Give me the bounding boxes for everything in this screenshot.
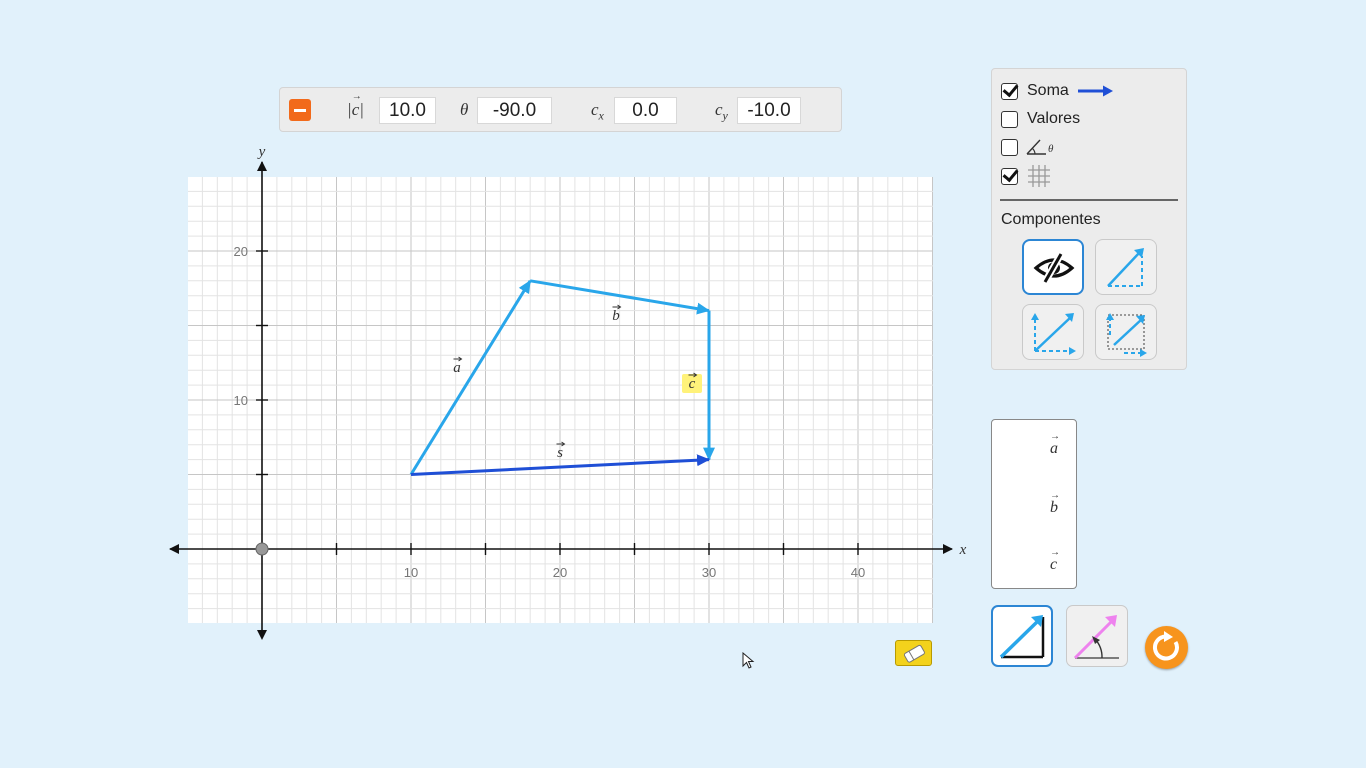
vector-label-c-text: c <box>689 376 696 392</box>
y-tick-label: 10 <box>234 393 248 408</box>
legend-item-a[interactable]: a <box>1050 431 1058 458</box>
components-projection-button[interactable] <box>1095 304 1157 360</box>
y-tick-label: 20 <box>234 244 248 259</box>
vector-legend: a b c <box>991 419 1077 589</box>
legend-item-c[interactable]: c <box>1050 547 1057 574</box>
components-title: Componentes <box>1001 211 1101 228</box>
vector-label-a-text: a <box>453 360 461 376</box>
sum-checkbox[interactable] <box>1001 82 1018 100</box>
cartesian-vector-icon <box>999 615 1045 659</box>
angle-checkbox[interactable] <box>1001 138 1018 156</box>
polar-mode-button[interactable] <box>1066 605 1128 667</box>
vector-label-a: a <box>453 356 463 376</box>
grid-option[interactable] <box>1001 165 1052 187</box>
reset-icon <box>1152 631 1179 661</box>
vector-label-b: b <box>612 304 622 324</box>
angle-option[interactable]: θ <box>1001 136 1060 158</box>
x-tick-label: 30 <box>702 565 716 580</box>
x-axis-label: x <box>959 542 967 558</box>
sum-arrow-icon <box>1077 85 1113 97</box>
vector-label-c: c <box>688 372 698 392</box>
angle-icon-symbol: θ <box>1048 143 1054 155</box>
eraser-icon <box>903 644 925 663</box>
vector-label-b-text: b <box>612 308 620 324</box>
reset-button[interactable] <box>1145 626 1188 669</box>
x-tick-label: 20 <box>553 565 567 580</box>
origin-handle[interactable] <box>255 542 269 556</box>
components-hidden-button[interactable] <box>1022 239 1084 295</box>
sum-label: Soma <box>1027 82 1069 99</box>
cartesian-mode-button[interactable] <box>991 605 1053 667</box>
eye-slash-icon <box>1033 252 1075 284</box>
components-parallelogram-button[interactable] <box>1095 239 1157 295</box>
sum-option[interactable]: Soma <box>1001 80 1116 102</box>
grid-checkbox[interactable] <box>1001 167 1018 185</box>
components-mode-icon <box>1031 313 1076 355</box>
x-tick-label: 40 <box>851 565 865 580</box>
eraser-button[interactable] <box>895 640 932 666</box>
components-triangle-button[interactable] <box>1022 304 1084 360</box>
legend-item-b[interactable]: b <box>1050 490 1058 517</box>
options-divider <box>1000 199 1178 201</box>
components-mode-icon <box>1106 313 1147 357</box>
components-mode-icon <box>1107 248 1144 287</box>
y-axis-label: y <box>257 144 266 160</box>
angle-icon: θ <box>1026 139 1054 155</box>
x-tick-label: 10 <box>404 565 418 580</box>
vector-label-s-text: s <box>557 445 563 461</box>
polar-vector-icon <box>1073 615 1119 660</box>
values-label: Valores <box>1027 110 1081 127</box>
mouse-cursor-icon <box>742 652 755 669</box>
values-option[interactable]: Valores <box>1001 108 1080 130</box>
values-checkbox[interactable] <box>1001 110 1018 128</box>
grid-icon <box>1028 165 1050 187</box>
options-panel: Soma Valores θ Componentes <box>991 68 1187 370</box>
